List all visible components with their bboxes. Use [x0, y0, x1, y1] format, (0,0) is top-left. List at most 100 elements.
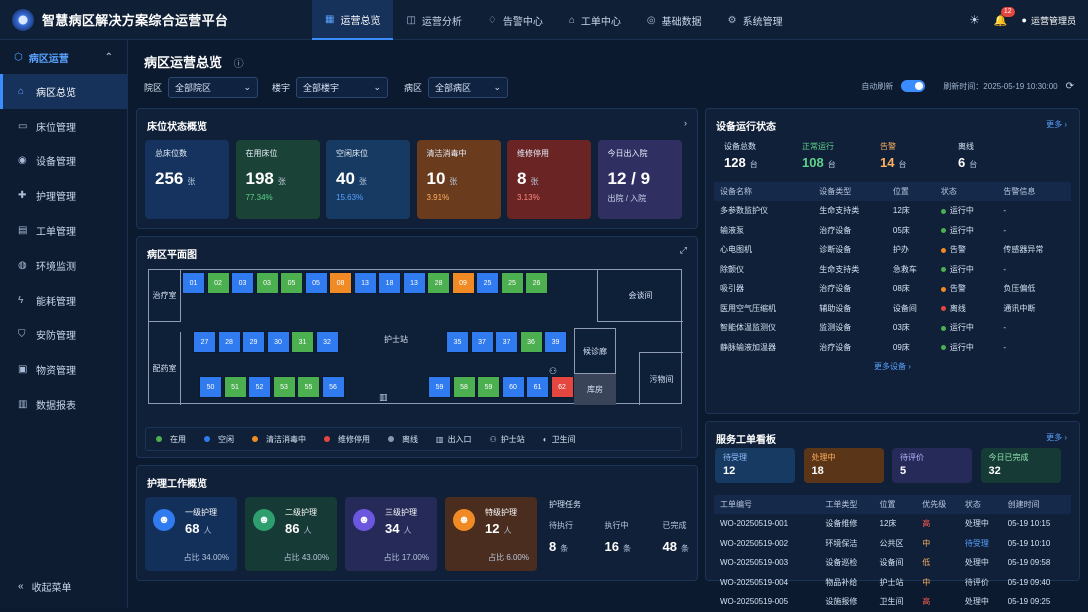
workorder-more-link[interactable]: 更多 ›	[1046, 432, 1067, 443]
workorder-card-0[interactable]: 待受理 12	[715, 448, 795, 483]
bed-room[interactable]: 58	[452, 376, 476, 398]
ward-select[interactable]: 全部病区 ⌄	[428, 76, 509, 98]
workorder-cell: 05-19 10:10	[1007, 538, 1051, 548]
user-menu[interactable]: ● 运营管理员	[1022, 14, 1076, 27]
topnav-item-1[interactable]: ◫ 运营分析	[393, 0, 474, 40]
bed-room[interactable]: 56	[321, 376, 345, 398]
sidebar-item-5[interactable]: ◍ 环境监测	[0, 248, 127, 283]
bed-room[interactable]: 05	[304, 272, 328, 294]
nursing-card-2[interactable]: ☻ 三级护理 34 人占比 17.00%	[345, 497, 437, 571]
nursing-card-1[interactable]: ☻ 二级护理 86 人占比 43.00%	[245, 497, 337, 571]
bed-room[interactable]: 59	[477, 376, 500, 398]
sidebar-item-9[interactable]: ▥ 数据报表	[0, 387, 127, 422]
table-row[interactable]: 吸引器 治疗设备 08床 告警 负压偏低	[714, 279, 1071, 299]
bed-room[interactable]: 31	[291, 331, 314, 353]
device-cell: 吸引器	[714, 279, 813, 299]
bed-room[interactable]: 25	[476, 272, 499, 294]
bed-card-0[interactable]: 总床位数 256 张	[145, 140, 229, 219]
bed-card-3[interactable]: 清洁消毒中 10 张 3.91%	[416, 140, 501, 219]
sidebar-item-2[interactable]: ◉ 设备管理	[0, 144, 127, 179]
nursing-card-pct: 占比 17.00%	[383, 553, 429, 562]
chevron-right-icon[interactable]: ›	[684, 118, 687, 128]
sidebar-item-8[interactable]: ▣ 物资管理	[0, 352, 127, 387]
bed-room[interactable]: 61	[526, 376, 549, 398]
table-row[interactable]: 医用空气压缩机 辅助设备 设备间 离线 通讯中断	[714, 299, 1071, 319]
bed-card-5[interactable]: 今日出入院 12 / 9 出院 / 入院	[597, 140, 682, 219]
bed-room[interactable]: 39	[544, 331, 567, 353]
sidebar-item-3[interactable]: ✚ 护理管理	[0, 178, 127, 213]
table-row[interactable]: 静脉输液加温器 治疗设备 09床 运行中 -	[714, 338, 1071, 358]
topnav-item-0[interactable]: ▦ 运营总览	[312, 0, 394, 40]
bed-room[interactable]: 37	[495, 331, 518, 353]
campus-select[interactable]: 全部院区 ⌄	[168, 76, 259, 98]
table-row[interactable]: WO-20250519-001 设备维修 12床 高 处理中 05-19 10:15	[714, 514, 1071, 534]
bed-room[interactable]: 36	[519, 331, 543, 353]
bed-room[interactable]: 03	[231, 272, 254, 294]
bed-room[interactable]: 35	[446, 331, 469, 353]
table-row[interactable]: 智能体温监测仪 监测设备 03床 运行中 -	[714, 318, 1071, 338]
workorder-card-2[interactable]: 待评价 5	[892, 448, 972, 483]
topnav-item-3[interactable]: ⌂ 工单中心	[556, 0, 634, 40]
bed-room[interactable]: 02	[206, 272, 230, 294]
sidebar-item-4[interactable]: ▤ 工单管理	[0, 213, 127, 248]
bed-room[interactable]: 18	[378, 272, 401, 294]
sidebar-item-1[interactable]: ▭ 床位管理	[0, 109, 127, 144]
bed-room[interactable]: 59	[428, 376, 451, 398]
table-row[interactable]: WO-20250519-004 物品补给 护士站 中 待评价 05-19 09:40	[714, 573, 1071, 593]
bed-card-2[interactable]: 空闲床位 40 张 15.63%	[326, 140, 410, 219]
bed-room[interactable]: 32	[315, 331, 339, 353]
bed-room[interactable]: 05	[280, 272, 303, 294]
table-row[interactable]: 多参数监护仪 生命支持类 12床 运行中 -	[714, 201, 1071, 221]
nursing-card-3[interactable]: ☻ 特级护理 12 人占比 6.00%	[445, 497, 537, 571]
table-row[interactable]: 除颤仪 生命支持类 急救车 运行中 -	[714, 260, 1071, 280]
sidebar-item-0[interactable]: ⌂ 病区总览	[0, 74, 127, 109]
building-select[interactable]: 全部楼宇 ⌄	[296, 76, 389, 98]
bed-room[interactable]: 29	[242, 331, 265, 353]
bed-room[interactable]: 13	[353, 272, 377, 294]
bed-room[interactable]: 01	[182, 272, 205, 294]
topnav-item-4[interactable]: ◎ 基础数据	[634, 0, 715, 40]
table-row[interactable]: WO-20250519-005 设施报修 卫生间 高 处理中 05-19 09:25	[714, 592, 1071, 612]
table-row[interactable]: 输液泵 治疗设备 05床 运行中 -	[714, 221, 1071, 241]
bed-room[interactable]: 50	[199, 376, 222, 398]
bed-card-4[interactable]: 维修停用 8 张 3.13%	[507, 140, 591, 219]
bed-room[interactable]: 55	[297, 376, 320, 398]
auto-refresh-toggle[interactable]	[901, 80, 926, 92]
table-row[interactable]: WO-20250519-002 环境保洁 公共区 中 待受理 05-19 10:10	[714, 534, 1071, 554]
bed-card-1[interactable]: 在用床位 198 张 77.34%	[235, 140, 320, 219]
table-row[interactable]: WO-20250519-003 设备巡检 设备间 低 处理中 05-19 09:58	[714, 553, 1071, 573]
bed-room[interactable]: 25	[500, 272, 524, 294]
sidebar-item-6[interactable]: ϟ 能耗管理	[0, 283, 127, 318]
bed-room[interactable]: 62	[550, 376, 574, 398]
topnav-item-2[interactable]: ♢ 告警中心	[475, 0, 556, 40]
bed-room[interactable]: 26	[525, 272, 548, 294]
bed-room[interactable]: 30	[266, 331, 290, 353]
table-row[interactable]: 心电图机 诊断设备 护办 告警 传感器异常	[714, 240, 1071, 260]
info-icon[interactable]: ⓘ	[234, 59, 244, 70]
bed-room[interactable]: 09	[451, 272, 475, 294]
collapse-menu-button[interactable]: « 收起菜单	[18, 579, 72, 594]
bed-room[interactable]: 27	[193, 331, 216, 353]
expand-icon[interactable]: ⤢	[680, 245, 687, 256]
bed-room[interactable]: 13	[402, 272, 426, 294]
topnav-item-5[interactable]: ⚙ 系统管理	[715, 0, 796, 40]
bed-room[interactable]: 28	[217, 331, 241, 353]
bed-room[interactable]: 53	[272, 376, 296, 398]
notification-button[interactable]: 🔔 12	[994, 6, 1015, 27]
bed-room[interactable]: 28	[427, 272, 450, 294]
bed-room[interactable]: 52	[248, 376, 271, 398]
device-more-link[interactable]: 更多 ›	[1046, 119, 1067, 130]
bed-room[interactable]: 03	[255, 272, 279, 294]
bed-room[interactable]: 60	[501, 376, 525, 398]
workorder-card-1[interactable]: 处理中 18	[803, 448, 884, 483]
refresh-icon[interactable]: ⟳	[1066, 81, 1074, 92]
bed-room[interactable]: 51	[223, 376, 247, 398]
theme-sun-icon[interactable]: ☀	[969, 13, 980, 27]
sidebar-group-ward-ops[interactable]: ⬡ 病区运营 ⌃	[0, 40, 127, 74]
sidebar-item-7[interactable]: ⛉ 安防管理	[0, 318, 127, 353]
more-devices-link[interactable]: 更多设备 ›	[706, 361, 1079, 372]
nursing-card-0[interactable]: ☻ 一级护理 68 人占比 34.00%	[145, 497, 237, 571]
bed-room[interactable]: 37	[470, 331, 494, 353]
bed-room[interactable]: 08	[329, 272, 352, 294]
workorder-card-3[interactable]: 今日已完成 32	[980, 448, 1061, 483]
